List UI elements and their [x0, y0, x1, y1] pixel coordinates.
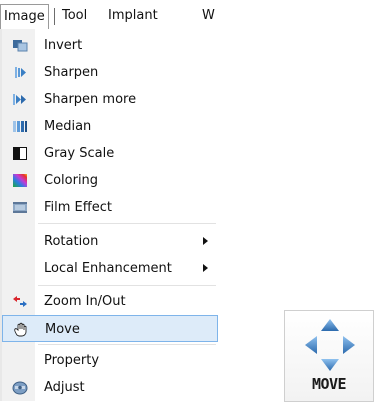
- menu-item-gray-scale[interactable]: Gray Scale: [2, 140, 218, 167]
- menu-item-invert[interactable]: Invert: [2, 32, 218, 59]
- menu-item-film-effect[interactable]: Film Effect: [2, 194, 218, 221]
- menu-item-sharpen[interactable]: Sharpen: [2, 59, 218, 86]
- menu-item-label: Adjust: [44, 380, 85, 395]
- menu-item-label: Sharpen: [44, 65, 99, 80]
- median-icon: [13, 121, 27, 132]
- menu-item-label: Film Effect: [44, 200, 112, 215]
- move-tool-label: MOVE: [311, 375, 347, 393]
- menu-implant[interactable]: Implant: [105, 3, 161, 29]
- hand-icon: [14, 322, 27, 337]
- move-arrows-icon: [305, 319, 355, 371]
- menu-image[interactable]: Image: [0, 4, 49, 29]
- gray-scale-icon: [13, 147, 27, 160]
- menu-item-property[interactable]: Property: [2, 347, 218, 374]
- image-menu-dropdown: Invert Sharpen Sharpen more Median Gray …: [0, 29, 220, 401]
- submenu-arrow-icon: [203, 237, 208, 245]
- invert-icon: [13, 40, 28, 52]
- menu-item-label: Property: [44, 353, 100, 368]
- menu-item-label: Invert: [44, 38, 83, 53]
- adjust-icon: [12, 381, 28, 395]
- menu-bar: Image Tool Implant W: [0, 3, 218, 29]
- menu-item-label: Sharpen more: [44, 92, 137, 107]
- menu-item-coloring[interactable]: Coloring: [2, 167, 218, 194]
- move-tool-button[interactable]: MOVE: [284, 310, 374, 402]
- menu-item-label: Local Enhancement: [44, 261, 172, 276]
- menu-item-label: Zoom In/Out: [44, 294, 126, 309]
- menu-tool[interactable]: Tool: [59, 3, 90, 29]
- menu-separator: [38, 344, 216, 345]
- menu-separator: [38, 285, 216, 286]
- menu-item-move[interactable]: Move: [2, 315, 218, 342]
- menu-item-local-enhancement[interactable]: Local Enhancement: [2, 255, 218, 282]
- sharpen-more-icon: [13, 94, 26, 105]
- menu-item-rotation[interactable]: Rotation: [2, 228, 218, 255]
- menu-window[interactable]: W: [199, 3, 218, 29]
- submenu-arrow-icon: [203, 264, 208, 272]
- menu-item-label: Rotation: [44, 234, 99, 249]
- zoom-icon: [13, 296, 27, 307]
- menu-item-median[interactable]: Median: [2, 113, 218, 140]
- menu-separator: [54, 8, 55, 25]
- menu-item-adjust[interactable]: Adjust: [2, 374, 218, 401]
- menu-item-zoom[interactable]: Zoom In/Out: [2, 288, 218, 315]
- menu-item-label: Move: [45, 322, 80, 337]
- coloring-icon: [13, 174, 27, 187]
- menu-item-label: Median: [44, 119, 92, 134]
- menu-item-label: Gray Scale: [44, 146, 115, 161]
- menu-item-sharpen-more[interactable]: Sharpen more: [2, 86, 218, 113]
- menu-separator: [38, 223, 216, 224]
- menu-item-label: Coloring: [44, 173, 99, 188]
- film-effect-icon: [13, 202, 27, 213]
- sharpen-icon: [15, 67, 26, 78]
